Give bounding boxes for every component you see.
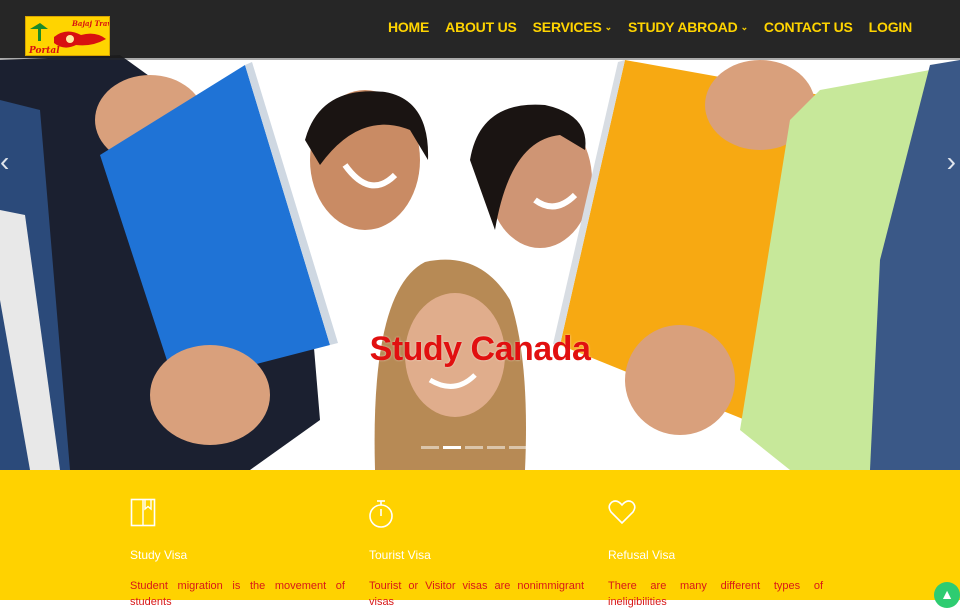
feature-text: Student migration is the movement of stu… (130, 580, 345, 608)
stopwatch-icon (369, 498, 584, 530)
svg-text:Portal: Portal (28, 46, 60, 56)
chevron-down-icon: ⌄ (740, 21, 749, 32)
hero-caption: Study Canada (369, 330, 591, 368)
nav-services[interactable]: SERVICES ⌄ (525, 19, 620, 35)
site-logo[interactable]: Bajaj Travel Portal (25, 16, 110, 56)
nav-item-label: ABOUT US (445, 19, 517, 35)
nav-item-label: HOME (387, 19, 430, 35)
carousel-indicator[interactable] (487, 446, 505, 449)
logo-graphic: Bajaj Travel Portal (26, 17, 110, 56)
feature-text: Tourist or Visitor visas are nonimmigran… (369, 580, 584, 608)
nav-about-us[interactable]: ABOUT US (437, 19, 525, 35)
heart-icon (608, 498, 823, 530)
nav-item-label: LOGIN (868, 19, 913, 35)
carousel-indicator[interactable] (421, 446, 439, 449)
nav-item-label: SERVICES (532, 19, 602, 35)
feature-study-visa: Study Visa Student migration is the move… (130, 498, 345, 610)
features-section: Study Visa Student migration is the move… (0, 470, 960, 608)
chevron-down-icon: ⌄ (604, 21, 613, 32)
top-navbar: Bajaj Travel Portal HOME ABOUT US SERVICES… (0, 0, 960, 58)
carousel-indicator[interactable] (443, 446, 461, 449)
feature-title: Tourist Visa (369, 548, 431, 562)
nav-home[interactable]: HOME (380, 19, 437, 35)
book-icon (130, 498, 345, 530)
nav-item-label: CONTACT US (763, 19, 853, 35)
hero-carousel: Study Canada ‹ › (0, 0, 960, 470)
feature-text: There are many different types of inelig… (608, 580, 823, 608)
hero-image (0, 0, 960, 470)
carousel-indicators (421, 446, 527, 449)
feature-title: Refusal Visa (608, 548, 676, 562)
feature-title: Study Visa (130, 548, 188, 562)
nav-contact-us[interactable]: CONTACT US (756, 19, 861, 35)
carousel-indicator[interactable] (465, 446, 483, 449)
back-to-top-button[interactable]: ▲ (934, 582, 960, 608)
nav-login[interactable]: LOGIN (861, 19, 920, 35)
feature-tourist-visa: Tourist Visa Tourist or Visitor visas ar… (369, 498, 584, 610)
main-nav: HOME ABOUT US SERVICES ⌄ STUDY ABROAD ⌄ CONTAC… (380, 19, 920, 35)
nav-study-abroad[interactable]: STUDY ABROAD ⌄ (620, 19, 756, 35)
svg-text:Bajaj Travel: Bajaj Travel (71, 19, 110, 28)
chevron-left-icon[interactable]: ‹ (0, 146, 9, 178)
chevron-right-icon[interactable]: › (947, 146, 956, 178)
carousel-indicator[interactable] (509, 446, 527, 449)
nav-item-label: STUDY ABROAD (627, 19, 738, 35)
feature-refusal-visa: Refusal Visa There are many different ty… (608, 498, 823, 610)
